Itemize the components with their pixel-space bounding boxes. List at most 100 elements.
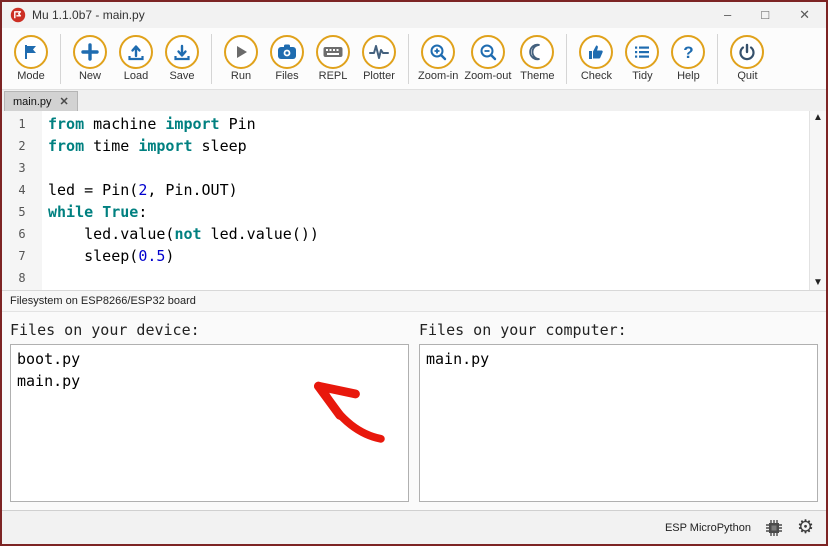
toolbar-button-label: Files: [275, 70, 299, 82]
code-line[interactable]: 4 led = Pin(2, Pin.OUT): [2, 179, 809, 201]
line-number: 5: [18, 205, 26, 219]
code-text: led = Pin(2, Pin.OUT): [48, 181, 238, 199]
load-icon: [119, 35, 153, 69]
status-mode-label: ESP MicroPython: [664, 521, 751, 534]
line-number: 6: [18, 227, 26, 241]
files-icon: [270, 35, 304, 69]
file-item[interactable]: main.py: [17, 370, 402, 392]
zoom-in-button[interactable]: Zoom-in: [417, 35, 459, 82]
toolbar-button-label: Check: [580, 70, 613, 82]
save-icon: [165, 35, 199, 69]
chip-icon[interactable]: [765, 519, 783, 537]
save-button[interactable]: Save: [161, 35, 203, 82]
zoom-out-icon: [470, 35, 505, 69]
code-text: while True:: [48, 203, 148, 221]
repl-button[interactable]: REPL: [312, 35, 354, 82]
mode-icon: [14, 35, 48, 69]
tab-main-py[interactable]: main.py ✕: [4, 91, 78, 111]
zoom-in-icon: [421, 35, 456, 69]
plotter-button[interactable]: Plotter: [358, 35, 400, 82]
help-icon: ?: [671, 35, 706, 69]
toolbar-button-label: Mode: [17, 70, 45, 82]
filesystem-header: Filesystem on ESP8266/ESP32 board: [2, 290, 826, 312]
computer-file-list[interactable]: main.py: [419, 344, 818, 502]
toolbar-button-label: Quit: [737, 70, 758, 82]
line-number: 4: [18, 183, 26, 197]
new-icon: [73, 35, 107, 69]
code-text: from machine import Pin: [48, 115, 256, 133]
toolbar-button-label: REPL: [318, 70, 348, 82]
zoom-out-button[interactable]: Zoom-out: [463, 35, 512, 82]
tidy-button[interactable]: Tidy: [621, 35, 663, 82]
mode-button[interactable]: Mode: [10, 35, 52, 82]
repl-icon: [316, 35, 350, 69]
editor-scrollbar[interactable]: ▲ ▼: [809, 111, 826, 290]
code-text: from time import sleep: [48, 137, 247, 155]
code-line[interactable]: 8: [2, 267, 809, 289]
window-title: Mu 1.1.0b7 - main.py: [32, 8, 145, 22]
code-line[interactable]: 1 from machine import Pin: [2, 113, 809, 135]
file-item[interactable]: boot.py: [17, 348, 402, 370]
close-button[interactable]: ✕: [799, 2, 810, 28]
theme-icon: [520, 35, 555, 69]
code-line[interactable]: 3: [2, 157, 809, 179]
quit-icon: [730, 35, 765, 69]
file-item[interactable]: main.py: [426, 348, 811, 370]
status-bar: ESP MicroPython ⚙: [2, 510, 826, 544]
code-text: sleep(0.5): [48, 247, 175, 265]
line-number: 2: [18, 139, 26, 153]
toolbar-button-label: Plotter: [363, 70, 395, 82]
computer-files-column: Files on your computer: main.py: [419, 318, 818, 502]
toolbar-separator: [408, 33, 409, 84]
files-pane: Files on your device: boot.py main.py Fil…: [2, 312, 826, 510]
toolbar-separator: [211, 33, 212, 84]
scroll-down-icon[interactable]: ▼: [813, 276, 823, 290]
toolbar-button-label: Run: [230, 70, 252, 82]
toolbar-button-label: Tidy: [632, 70, 653, 82]
toolbar-button-label: Help: [677, 70, 700, 82]
code-area[interactable]: 1 from machine import Pin 2 from time impor…: [2, 111, 809, 290]
toolbar-button-label: Theme: [520, 70, 555, 82]
code-line[interactable]: 5 while True:: [2, 201, 809, 223]
maximize-button[interactable]: □: [761, 2, 769, 28]
minimize-button[interactable]: –: [724, 2, 731, 28]
run-button[interactable]: Run: [220, 35, 262, 82]
tidy-icon: [625, 35, 660, 69]
code-line[interactable]: 6 led.value(not led.value()): [2, 223, 809, 245]
plotter-icon: [362, 35, 396, 69]
gear-icon[interactable]: ⚙: [797, 518, 814, 537]
line-number: 3: [18, 161, 26, 175]
run-icon: [224, 35, 258, 69]
code-text: led.value(not led.value()): [48, 225, 319, 243]
check-button[interactable]: Check: [575, 35, 617, 82]
code-line[interactable]: 7 sleep(0.5): [2, 245, 809, 267]
device-file-list[interactable]: boot.py main.py: [10, 344, 409, 502]
title-bar: Mu 1.1.0b7 - main.py – □ ✕: [2, 2, 826, 28]
tab-bar: main.py ✕: [2, 90, 826, 111]
toolbar-button-label: Zoom-in: [418, 70, 459, 82]
toolbar-separator: [717, 33, 719, 84]
toolbar-separator: [60, 33, 61, 84]
load-button[interactable]: Load: [115, 35, 157, 82]
toolbar-button-label: Load: [123, 70, 149, 82]
tab-label: main.py: [13, 95, 52, 108]
device-files-column: Files on your device: boot.py main.py: [10, 318, 409, 502]
device-files-title: Files on your device:: [10, 321, 200, 339]
help-button[interactable]: ? Help: [667, 35, 709, 82]
mu-editor-window: Mu 1.1.0b7 - main.py – □ ✕ Mode New Load: [0, 0, 828, 546]
new-button[interactable]: New: [69, 35, 111, 82]
mu-logo-icon: [10, 7, 26, 23]
code-line[interactable]: 2 from time import sleep: [2, 135, 809, 157]
toolbar-button-label: Save: [169, 70, 195, 82]
toolbar-button-label: Zoom-out: [464, 70, 512, 82]
theme-button[interactable]: Theme: [516, 35, 558, 82]
files-button[interactable]: Files: [266, 35, 308, 82]
scroll-up-icon[interactable]: ▲: [813, 111, 823, 125]
tab-close-icon[interactable]: ✕: [60, 95, 69, 108]
check-icon: [579, 35, 614, 69]
window-controls: – □ ✕: [724, 2, 818, 28]
code-editor[interactable]: 1 from machine import Pin 2 from time impor…: [2, 111, 826, 290]
quit-button[interactable]: Quit: [726, 35, 768, 82]
